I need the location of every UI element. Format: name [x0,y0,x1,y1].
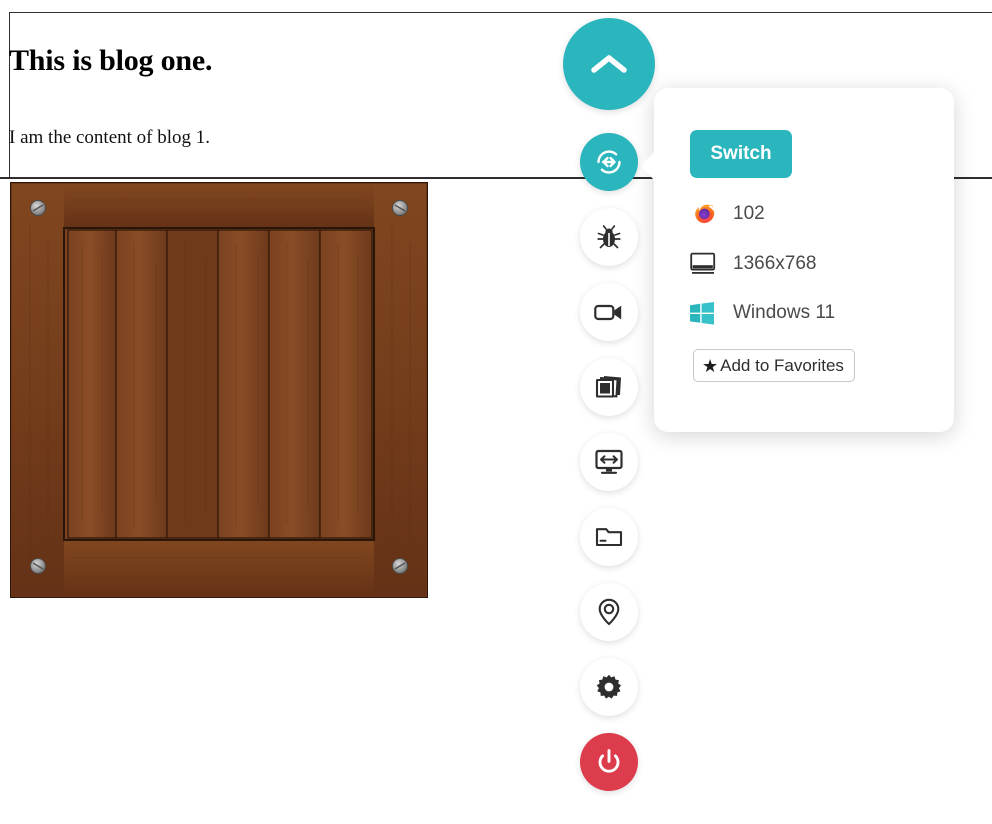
page-title: This is blog one. [9,44,213,77]
screenshots-stack-icon [595,374,623,400]
bug-icon [595,223,623,251]
files-button[interactable] [580,508,638,566]
add-to-favorites-label: Add to Favorites [720,355,844,375]
resolution-info-row: 1366x768 [690,249,816,279]
location-pin-icon [597,598,621,626]
record-video-button[interactable] [580,283,638,341]
crate-svg [9,181,429,599]
screenshots-button[interactable] [580,358,638,416]
power-icon [595,748,623,776]
add-to-favorites-button[interactable]: ★ Add to Favorites [693,349,855,382]
crate-image [9,181,429,599]
switch-session-button[interactable] [580,133,638,191]
switch-button[interactable]: Switch [690,130,792,178]
monitor-icon [690,250,720,278]
location-button[interactable] [580,583,638,641]
folder-icon [595,525,623,549]
os-value: Windows 11 [733,302,836,323]
power-button[interactable] [580,733,638,791]
firefox-icon [690,200,720,228]
popup-arrow [641,151,655,181]
settings-button[interactable] [580,658,638,716]
os-info-row: Windows 11 [690,298,835,328]
switch-icon [592,145,626,179]
windows-icon [690,299,720,327]
gear-icon [596,674,622,700]
video-camera-icon [594,301,624,323]
report-bug-button[interactable] [580,208,638,266]
blog-body-text: I am the content of blog 1. [9,127,211,148]
star-icon: ★ [702,355,719,376]
session-info-popup: Switch 102 1366x768 Windows 11 ★ Add to … [641,88,954,432]
browser-version-value: 102 [733,203,765,224]
chevron-up-icon [591,53,627,75]
browser-info-row: 102 [690,199,765,229]
resize-screen-button[interactable] [580,433,638,491]
screen: This is blog one. I am the content of bl… [0,0,992,824]
collapse-toolbar-button[interactable] [563,18,655,110]
monitor-resize-icon [595,449,623,475]
resolution-value: 1366x768 [733,253,817,274]
